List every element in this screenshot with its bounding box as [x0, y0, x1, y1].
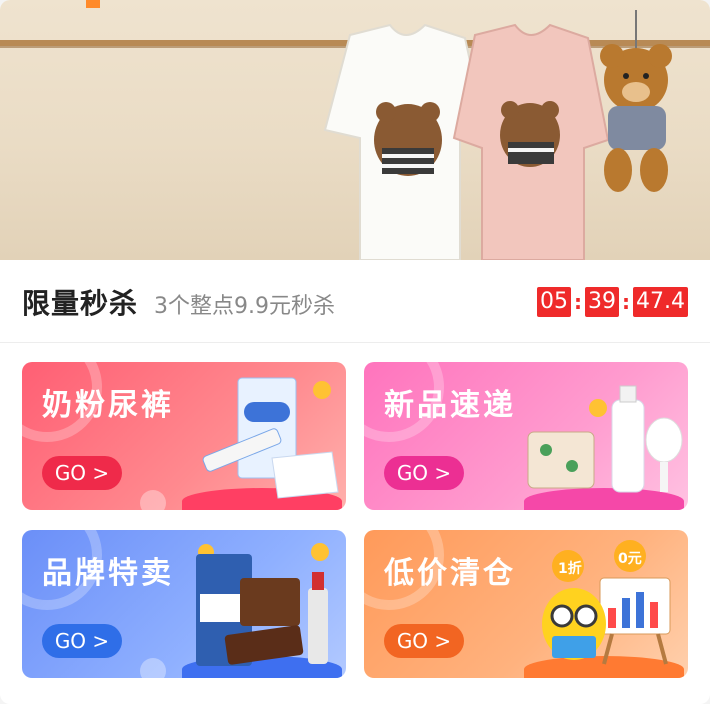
seckill-title: 限量秒杀: [22, 287, 139, 320]
pink-tshirt-image: [452, 23, 610, 260]
seckill-subtitle: 3个整点9.9元秒杀: [154, 294, 335, 319]
mascot-chart-image: [542, 540, 671, 665]
go-button[interactable]: GO >: [42, 624, 122, 658]
countdown-seconds: 47.4: [633, 287, 688, 317]
diapers-product-image: [202, 377, 339, 499]
tile-label: 品牌特卖: [42, 556, 174, 591]
go-button[interactable]: GO >: [384, 456, 464, 490]
tile-label: 奶粉尿裤: [42, 388, 174, 423]
banner-tag-mark: [86, 0, 100, 8]
tile-new-arrivals[interactable]: 新品速递 GO >: [364, 362, 688, 510]
countdown-minutes: 39: [585, 287, 620, 317]
promo-banner[interactable]: [0, 0, 710, 260]
discount-badge: 1折: [558, 561, 582, 577]
brand-products-image: [196, 543, 329, 666]
teddy-bear-image: [600, 10, 672, 192]
zero-price-badge: 0元: [618, 551, 642, 567]
go-button[interactable]: GO >: [384, 624, 464, 658]
countdown-timer: 05 : 39 : 47.4: [537, 286, 688, 318]
cosmetics-product-image: [527, 385, 683, 493]
seckill-header[interactable]: 限量秒杀 3个整点9.9元秒杀 05 : 39 : 47.4: [0, 260, 710, 343]
go-button[interactable]: GO >: [42, 456, 122, 490]
countdown-hours: 05: [537, 287, 572, 317]
countdown-separator: :: [574, 290, 583, 314]
countdown-separator: :: [622, 290, 631, 314]
seckill-card: 限量秒杀 3个整点9.9元秒杀 05 : 39 : 47.4 奶粉尿裤 GO >: [0, 0, 710, 704]
decor-bubble: [140, 490, 166, 510]
tile-label: 新品速递: [384, 388, 516, 423]
tile-clearance[interactable]: 1折 0元 低价清仓 GO >: [364, 530, 688, 678]
tile-brand-sale[interactable]: 品牌特卖 GO >: [22, 530, 346, 678]
tile-milk-diapers[interactable]: 奶粉尿裤 GO >: [22, 362, 346, 510]
decor-bubble: [140, 658, 166, 678]
tile-label: 低价清仓: [384, 556, 516, 591]
